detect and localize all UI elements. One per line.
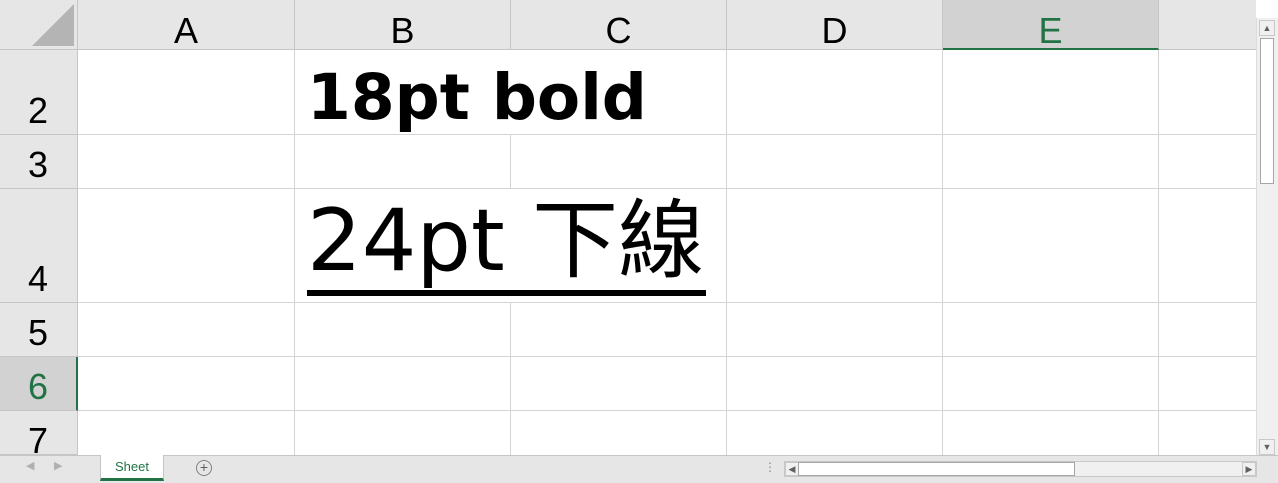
gridline	[942, 50, 943, 455]
add-sheet-plus-icon[interactable]: +	[196, 460, 212, 476]
column-header-e[interactable]: E	[943, 0, 1159, 51]
scroll-down-button[interactable]: ▼	[1259, 439, 1275, 455]
column-header-b[interactable]: B	[295, 0, 511, 51]
row-header-label: 7	[28, 420, 49, 455]
scroll-left-button[interactable]: ◀	[785, 462, 799, 476]
select-all-triangle-icon	[32, 4, 74, 46]
gridline	[510, 303, 511, 455]
row-header-2[interactable]: 2	[0, 50, 78, 135]
vertical-scroll-thumb[interactable]	[1260, 38, 1274, 184]
column-header-d[interactable]: D	[727, 0, 943, 51]
prev-sheet-icon[interactable]: ◀	[26, 459, 34, 472]
gridline	[510, 135, 511, 189]
horizontal-scroll-thumb[interactable]	[798, 462, 1075, 476]
scroll-right-button[interactable]: ▶	[1242, 462, 1256, 476]
next-sheet-icon[interactable]: ▶	[54, 459, 62, 472]
row-header-label: 4	[28, 258, 49, 299]
triangle-down-icon: ▼	[1262, 442, 1272, 452]
scroll-up-button[interactable]: ▲	[1259, 20, 1275, 36]
gridline	[78, 410, 1256, 411]
gridline	[726, 50, 727, 455]
gridline	[78, 356, 1256, 357]
gridline	[78, 302, 1256, 303]
row-header-3[interactable]: 3	[0, 135, 78, 189]
gridline	[294, 50, 295, 455]
row-header-label: 3	[28, 144, 49, 185]
gridline	[78, 188, 1256, 189]
select-all-button[interactable]	[0, 0, 78, 50]
cell-b4-text: 24pt 下線	[307, 191, 705, 291]
triangle-left-icon: ◀	[788, 464, 796, 474]
row-header-6[interactable]: 6	[0, 357, 78, 411]
row-header-label: 6	[28, 366, 49, 407]
triangle-up-icon: ▲	[1262, 23, 1272, 33]
row-header-label: 5	[28, 312, 49, 353]
gridline	[78, 134, 1256, 135]
cell-b2-text: 18pt bold	[307, 61, 647, 134]
triangle-right-icon: ▶	[1245, 464, 1253, 474]
row-header-7[interactable]: 7	[0, 411, 78, 455]
row-header-label: 2	[28, 90, 49, 131]
row-header-5[interactable]: 5	[0, 303, 78, 357]
column-header-a[interactable]: A	[78, 0, 295, 51]
sheet-tab-sheet[interactable]: Sheet	[100, 455, 164, 481]
row-header-4[interactable]: 4	[0, 189, 78, 303]
column-header-c[interactable]: C	[511, 0, 727, 51]
cell-b4-underline	[307, 290, 706, 296]
vertical-dots-icon[interactable]: ⋮	[764, 461, 776, 473]
gridline	[1158, 50, 1159, 455]
column-header-next[interactable]	[1159, 0, 1256, 50]
